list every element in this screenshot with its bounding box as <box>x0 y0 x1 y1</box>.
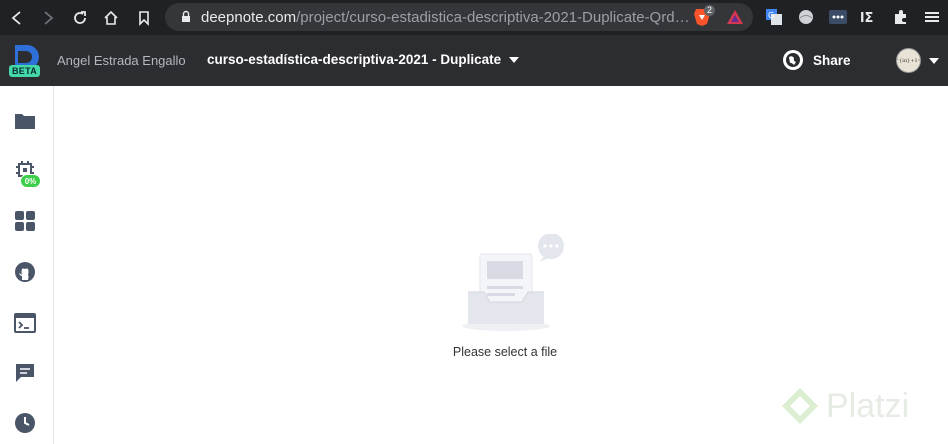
sidebar-item-terminal[interactable] <box>13 311 37 335</box>
address-bar[interactable]: deepnote.com/project/curso-estadistica-d… <box>165 3 753 31</box>
globe-icon <box>783 50 803 70</box>
reload-button[interactable] <box>69 7 91 29</box>
home-icon <box>104 10 118 25</box>
url-path: /project/curso-estadistica-descriptiva-2… <box>296 8 690 26</box>
back-icon <box>11 11 21 25</box>
clock-icon <box>15 413 35 433</box>
machine-usage-badge: 0% <box>20 174 41 188</box>
beta-badge: BETA <box>9 65 41 77</box>
app-header: BETA Angel Estrada Engallo curso-estadís… <box>0 35 948 86</box>
more-dots-icon <box>829 10 847 24</box>
browser-menu-button[interactable] <box>921 6 943 28</box>
empty-state-message: Please select a file <box>452 345 558 359</box>
puzzle-icon <box>895 10 906 24</box>
chevron-down-icon <box>509 56 520 63</box>
folder-icon <box>15 114 35 129</box>
translate-extension[interactable]: G <box>763 6 785 28</box>
sidebar: 0% <box>0 86 54 444</box>
extension-tex[interactable]: lΣ <box>858 6 880 28</box>
platzi-watermark: Platzi <box>780 386 909 426</box>
user-menu[interactable]: e^{iπ}+1=0 <box>896 48 939 73</box>
platzi-logo-icon <box>782 388 818 424</box>
sidebar-item-integrations[interactable] <box>13 209 37 233</box>
project-title: curso-estadística-descriptiva-2021 - Dup… <box>207 52 502 67</box>
extension-dots[interactable] <box>827 6 849 28</box>
forward-icon <box>44 11 54 25</box>
apps-icon <box>15 211 35 231</box>
reload-icon <box>74 11 86 24</box>
sidebar-item-comments[interactable] <box>13 361 37 385</box>
brave-rewards-button[interactable] <box>724 6 746 28</box>
brave-shields-button[interactable]: 2 <box>691 5 716 28</box>
sidebar-item-github[interactable] <box>13 260 37 284</box>
chevron-down-icon <box>929 57 939 64</box>
hamburger-icon <box>925 12 939 22</box>
watermark-text: Platzi <box>826 386 910 425</box>
triangle-icon <box>727 10 743 24</box>
share-button[interactable]: Share <box>782 49 851 71</box>
empty-inbox-icon <box>462 234 564 331</box>
home-button[interactable] <box>100 7 122 29</box>
sidebar-item-files[interactable] <box>13 109 37 133</box>
extensions-button[interactable] <box>890 6 912 28</box>
lock-icon <box>182 10 190 22</box>
svg-text:lΣ: lΣ <box>860 11 873 25</box>
github-icon <box>15 262 35 282</box>
browser-toolbar: deepnote.com/project/curso-estadistica-d… <box>0 0 948 35</box>
translate-icon: G <box>766 9 782 25</box>
bookmark-icon <box>139 11 149 26</box>
project-title-dropdown[interactable]: curso-estadística-descriptiva-2021 - Dup… <box>207 52 520 67</box>
terminal-icon <box>14 313 36 333</box>
svg-text:G: G <box>768 11 774 20</box>
back-button[interactable] <box>6 7 28 29</box>
url-host: deepnote.com <box>201 8 297 26</box>
bookmark-button[interactable] <box>133 7 155 29</box>
avatar: e^{iπ}+1=0 <box>896 48 921 73</box>
forward-button[interactable] <box>37 7 59 29</box>
sidebar-item-history[interactable] <box>13 411 37 435</box>
math-icon: lΣ <box>860 11 873 25</box>
comment-icon <box>16 364 34 382</box>
extension-globe[interactable] <box>795 6 817 28</box>
brave-badge-count: 2 <box>704 5 716 16</box>
globe-icon <box>799 10 813 24</box>
share-label: Share <box>813 52 851 68</box>
breadcrumb-owner[interactable]: Angel Estrada Engallo <box>57 53 186 68</box>
